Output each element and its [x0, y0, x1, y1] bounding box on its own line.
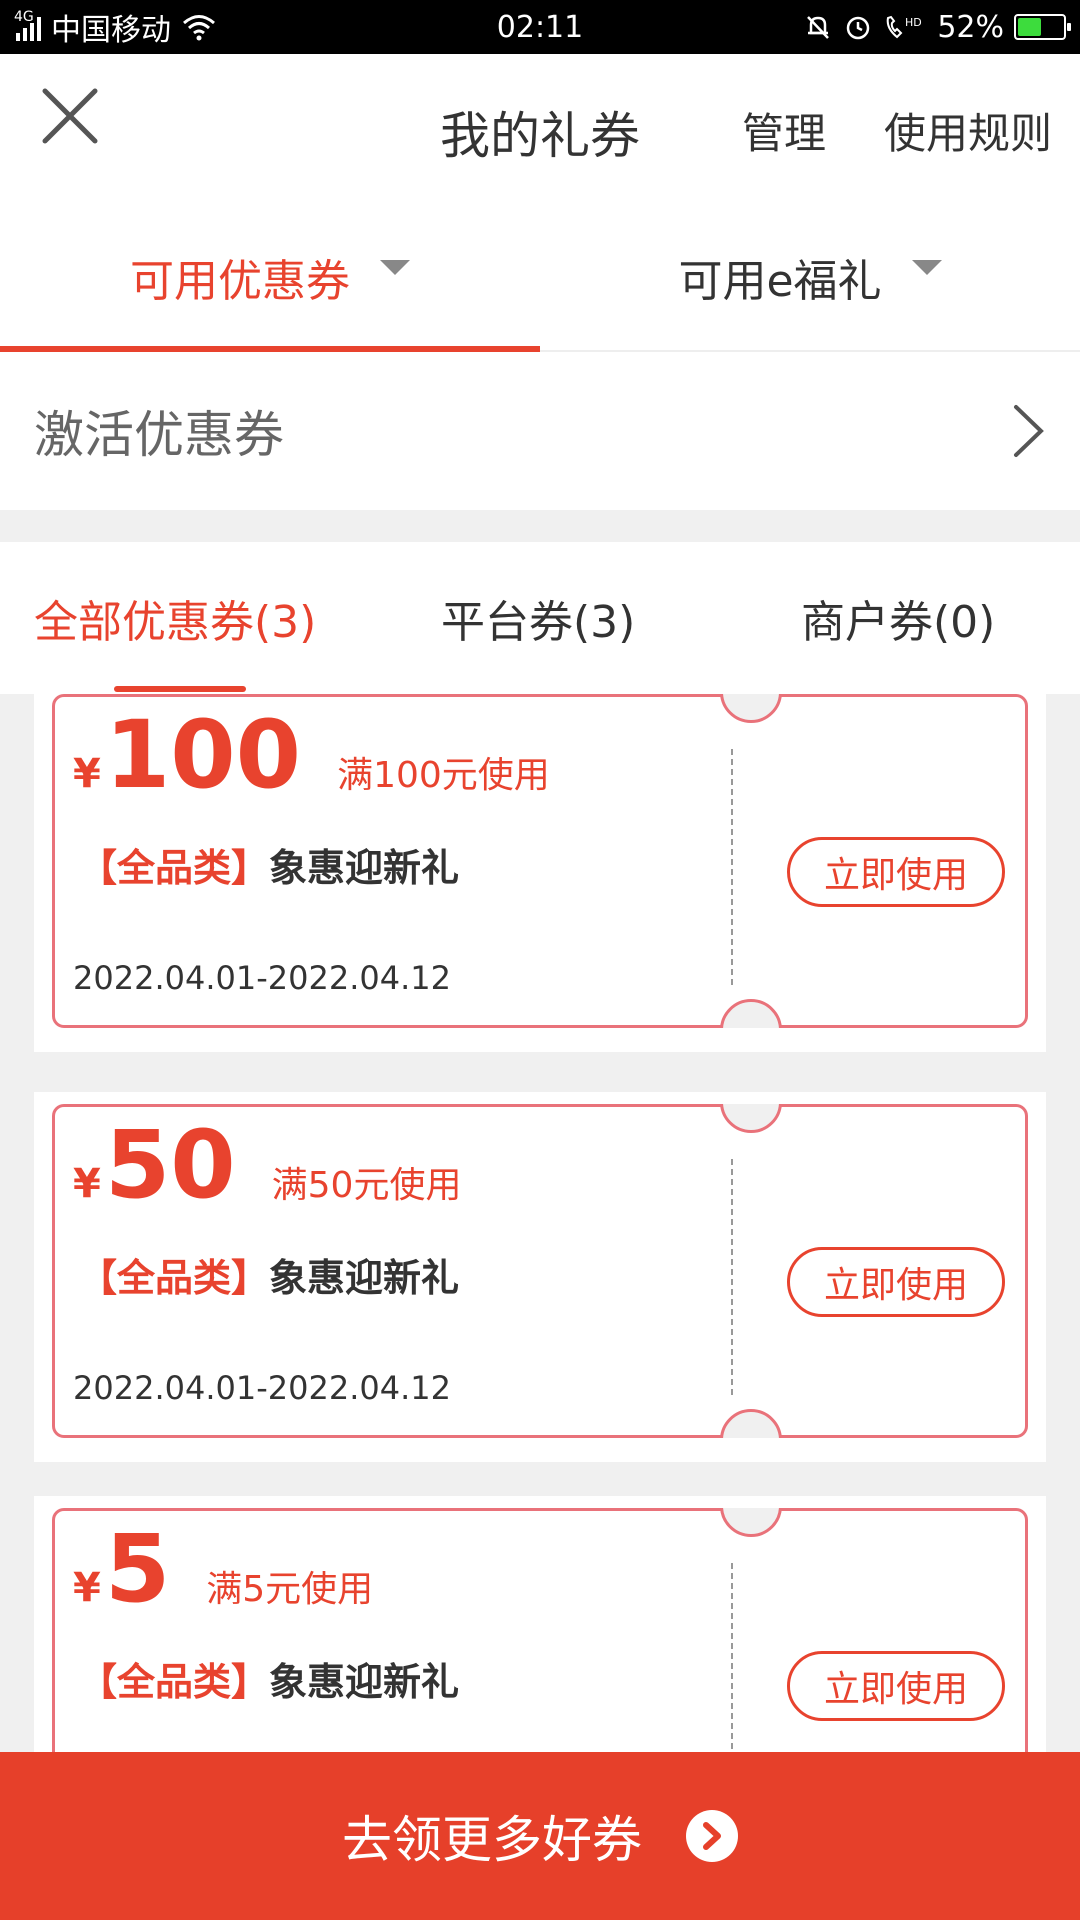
chevron-right-icon — [1014, 405, 1044, 457]
header: 我的礼券 管理 使用规则 — [0, 54, 1080, 204]
coupon-name: 象惠迎新礼 — [269, 1660, 460, 1704]
status-right: HD 52% — [803, 9, 1071, 45]
arrow-right-circle-icon — [686, 1810, 738, 1862]
tab-platform-coupons[interactable]: 平台券(3) — [441, 586, 635, 650]
use-now-button[interactable]: 立即使用 — [787, 1651, 1005, 1721]
network-type: 4G — [14, 9, 34, 25]
coupon-value: ¥ 50 满50元使用 — [73, 1119, 461, 1213]
get-more-coupons-label: 去领更多好券 — [342, 1811, 642, 1869]
get-more-coupons-button[interactable]: 去领更多好券 — [0, 1752, 1080, 1920]
activate-coupon-label: 激活优惠券 — [34, 406, 284, 464]
currency-symbol: ¥ — [73, 1565, 101, 1611]
coupon-card: ¥ 100 满100元使用 【全品类】象惠迎新礼 2022.04.01-2022… — [34, 694, 1046, 1052]
signal-icon: 4G — [14, 9, 41, 41]
coupon-body: ¥ 50 满50元使用 【全品类】象惠迎新礼 2022.04.01-2022.0… — [52, 1104, 1028, 1438]
alarm-icon — [847, 16, 870, 40]
coupon-list[interactable]: ¥ 100 满100元使用 【全品类】象惠迎新礼 2022.04.01-2022… — [0, 694, 1080, 1752]
hd-call-icon: HD — [887, 15, 922, 39]
section-divider — [0, 510, 1080, 542]
coupon-threshold: 满100元使用 — [337, 755, 550, 796]
perforation-line — [731, 749, 733, 985]
coupon-threshold: 满50元使用 — [271, 1165, 462, 1206]
coupon-body: ¥ 5 满5元使用 【全品类】象惠迎新礼 立即使用 — [52, 1508, 1028, 1752]
coupon-date-range: 2022.04.01-2022.04.12 — [73, 1369, 451, 1407]
mute-bell-icon — [807, 16, 830, 39]
currency-symbol: ¥ — [73, 1161, 101, 1207]
ticket-notch — [720, 1104, 782, 1133]
perforation-line — [731, 1563, 733, 1752]
use-now-button[interactable]: 立即使用 — [787, 1247, 1005, 1317]
perforation-line — [731, 1159, 733, 1395]
coupon-name: 象惠迎新礼 — [269, 1256, 460, 1300]
tab-merchant-coupons[interactable]: 商户券(0) — [801, 586, 995, 650]
manage-button[interactable]: 管理 — [742, 100, 826, 161]
top-tabs: 可用优惠券 可用e福礼 — [0, 204, 1080, 352]
currency-symbol: ¥ — [73, 751, 101, 797]
coupon-type-tabs: 全部优惠券(3) 平台券(3) 商户券(0) — [0, 542, 1080, 694]
battery-level-fill — [1018, 18, 1041, 36]
coupon-category: 【全品类】 — [79, 1256, 270, 1300]
dropdown-triangle-icon — [380, 259, 410, 275]
battery-percent: 52% — [937, 9, 1004, 45]
coupon-amount: 5 — [104, 1515, 171, 1624]
status-left: 4G 中国移动 — [14, 5, 217, 49]
active-tab-indicator — [114, 686, 246, 692]
coupon-card: ¥ 50 满50元使用 【全品类】象惠迎新礼 2022.04.01-2022.0… — [34, 1092, 1046, 1462]
battery-icon — [1014, 14, 1071, 40]
coupon-category: 【全品类】 — [79, 1660, 270, 1704]
coupon-category: 【全品类】 — [79, 846, 270, 890]
ticket-notch — [720, 999, 782, 1028]
coupon-threshold: 满5元使用 — [206, 1569, 374, 1610]
coupon-amount: 100 — [104, 701, 302, 810]
coupon-date-range: 2022.04.01-2022.04.12 — [73, 959, 451, 997]
coupon-value: ¥ 100 满100元使用 — [73, 709, 550, 803]
coupon-value: ¥ 5 满5元使用 — [73, 1523, 373, 1617]
tab-available-coupons[interactable]: 可用优惠券 — [0, 204, 540, 352]
ticket-notch — [720, 1409, 782, 1438]
coupon-title: 【全品类】象惠迎新礼 — [79, 837, 459, 892]
coupon-name: 象惠迎新礼 — [269, 846, 460, 890]
coupon-title: 【全品类】象惠迎新礼 — [79, 1651, 459, 1706]
activate-coupon-row[interactable]: 激活优惠券 — [0, 352, 1080, 510]
ticket-notch — [720, 694, 782, 723]
svg-text:HD: HD — [905, 16, 922, 29]
tab-label: 可用e福礼 — [678, 256, 882, 307]
tab-all-coupons[interactable]: 全部优惠券(3) — [34, 586, 316, 650]
coupon-title: 【全品类】象惠迎新礼 — [79, 1247, 459, 1302]
tab-label: 可用优惠券 — [130, 256, 350, 307]
wifi-icon — [183, 15, 215, 41]
coupon-amount: 50 — [104, 1111, 236, 1220]
carrier-name: 中国移动 — [51, 13, 171, 48]
rules-button[interactable]: 使用规则 — [884, 100, 1052, 161]
dropdown-triangle-icon — [911, 259, 942, 275]
tab-available-efuli[interactable]: 可用e福礼 — [540, 204, 1080, 350]
status-bar: 4G 中国移动 02:11 HD 52% — [0, 0, 1080, 54]
use-now-button[interactable]: 立即使用 — [787, 837, 1005, 907]
coupon-card: ¥ 5 满5元使用 【全品类】象惠迎新礼 立即使用 — [34, 1496, 1046, 1752]
coupon-body: ¥ 100 满100元使用 【全品类】象惠迎新礼 2022.04.01-2022… — [52, 694, 1028, 1028]
ticket-notch — [720, 1508, 782, 1537]
